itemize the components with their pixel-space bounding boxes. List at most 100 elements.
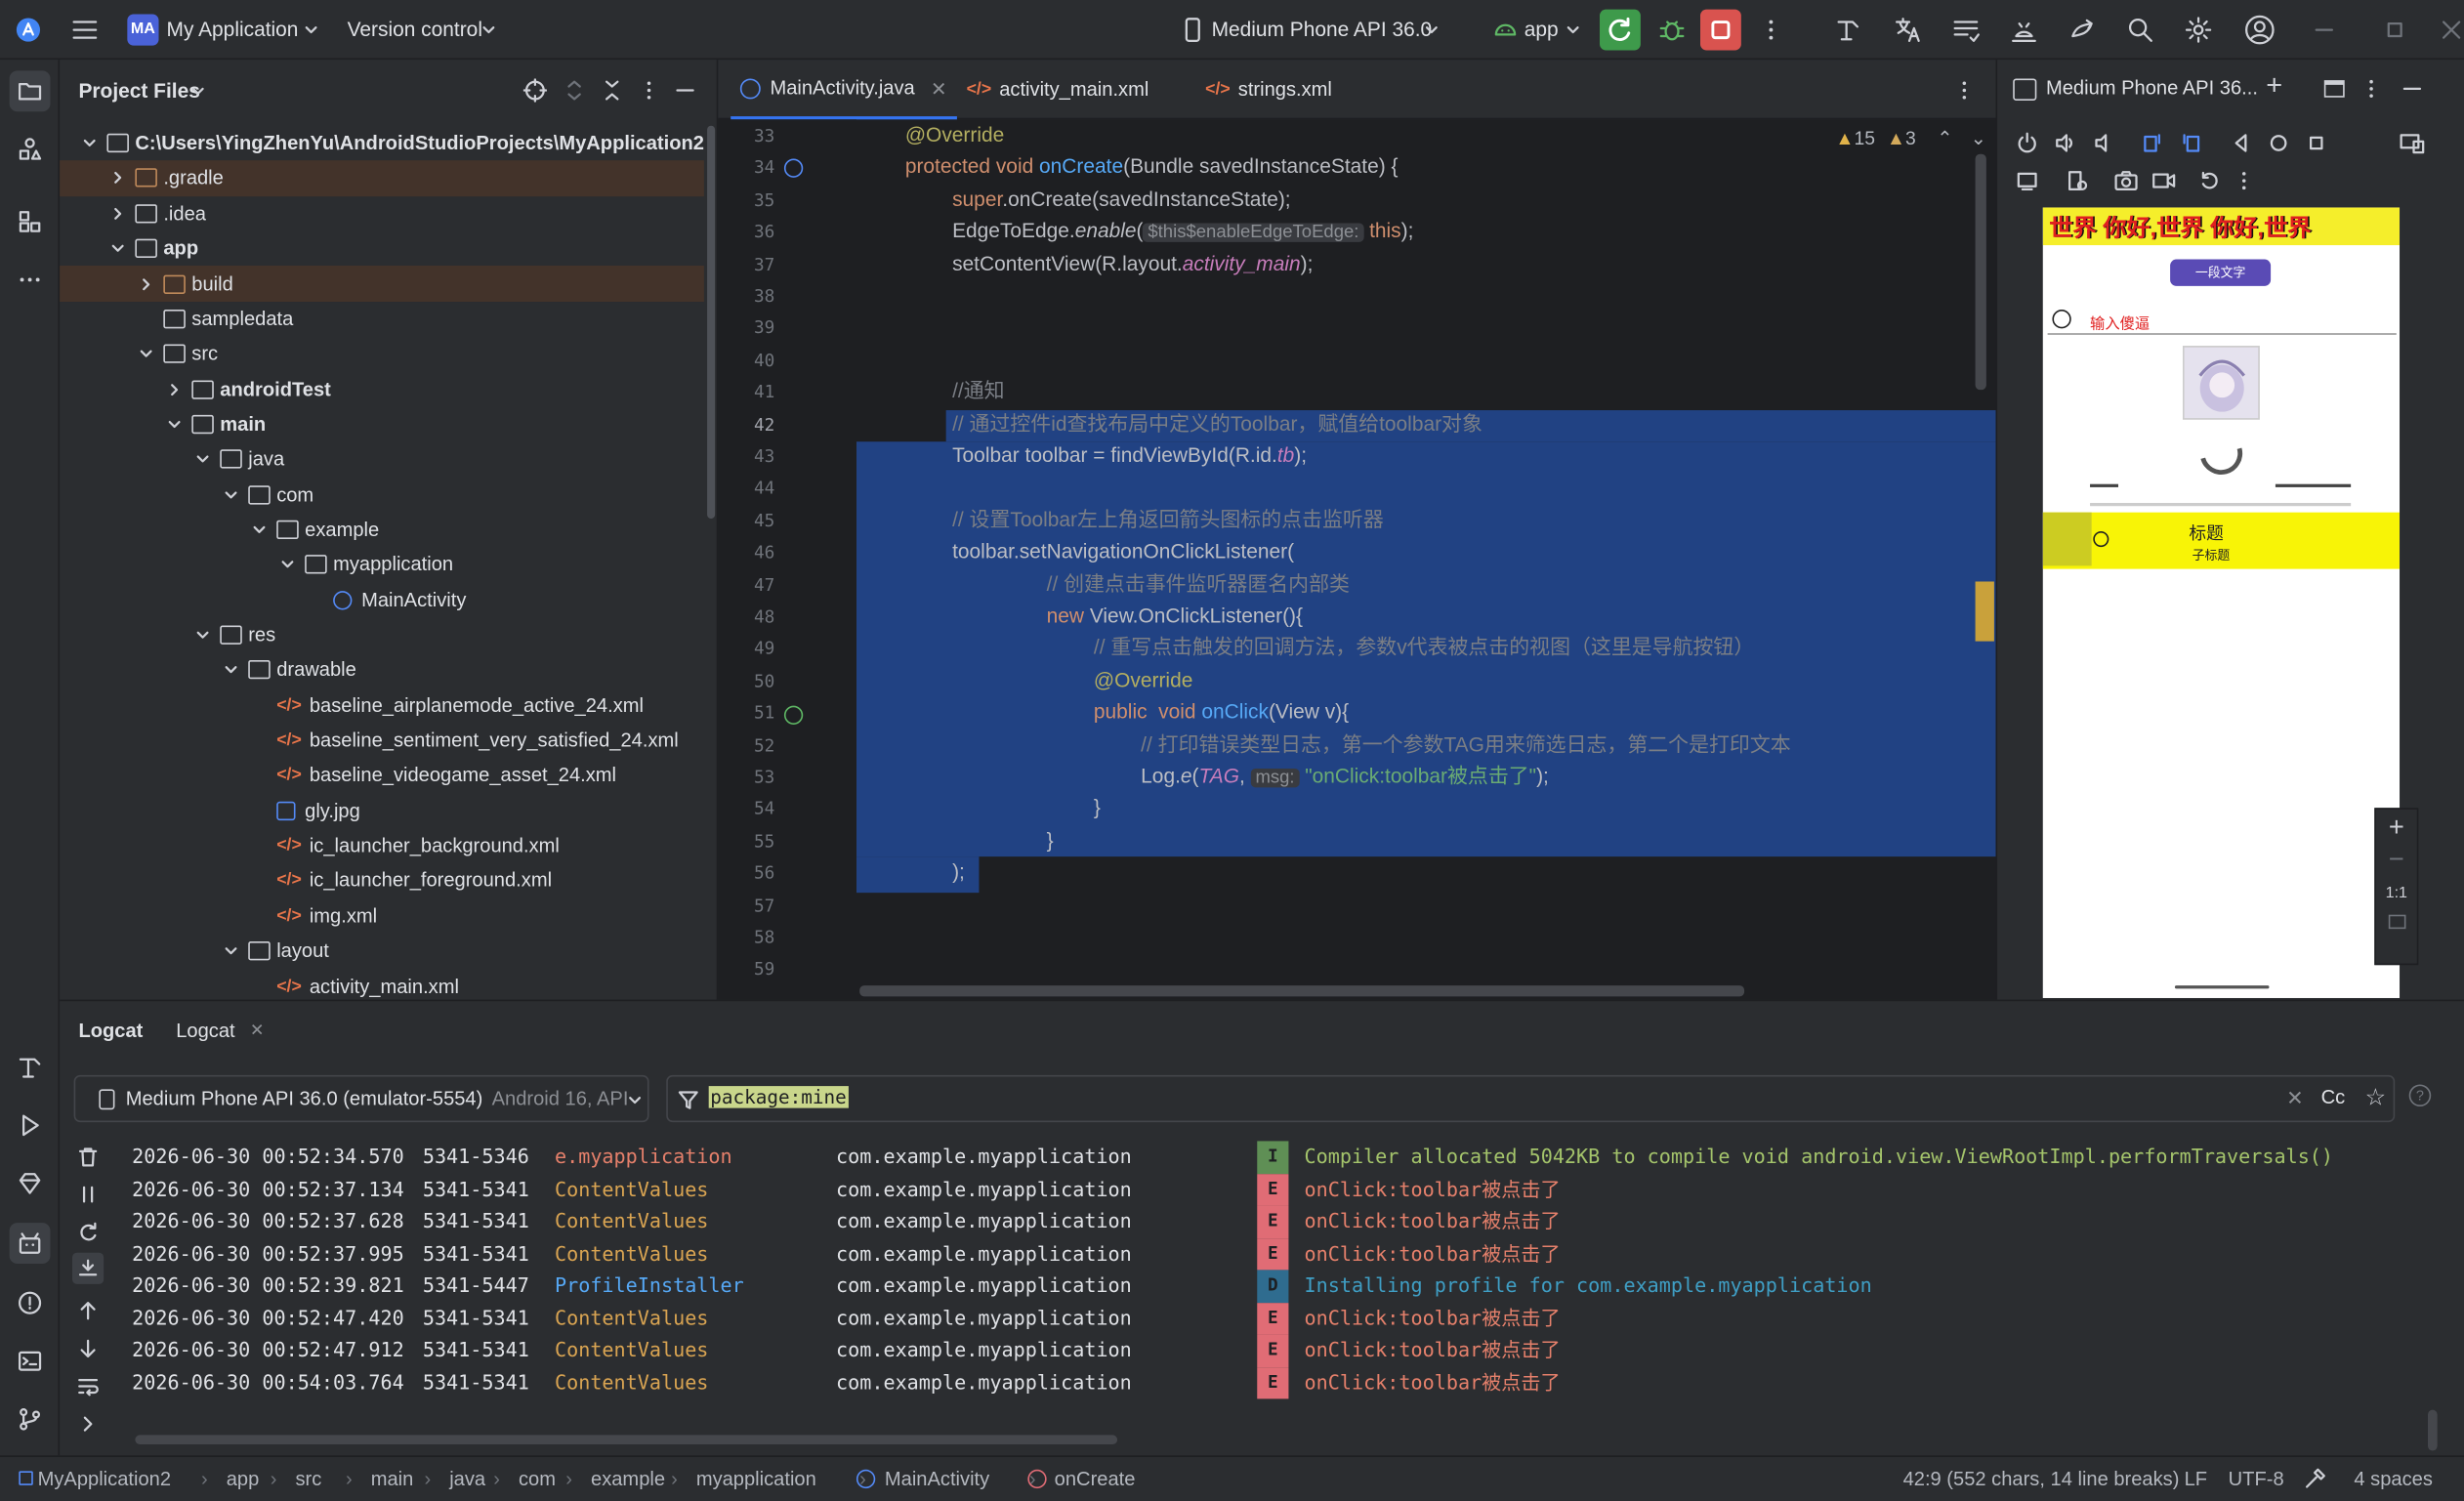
debug-bug-icon[interactable]: [1658, 16, 1687, 44]
minimize-window-icon[interactable]: [2314, 19, 2336, 41]
options-icon[interactable]: [638, 78, 660, 102]
project-name-dropdown[interactable]: My Application: [167, 18, 299, 41]
rotate-right-icon[interactable]: [2180, 132, 2202, 154]
rerun-button[interactable]: [1600, 9, 1641, 51]
restart-icon[interactable]: [77, 1222, 100, 1244]
tree-item[interactable]: C:\Users\YingZhenYu\AndroidStudioProject…: [60, 126, 704, 161]
device-tab[interactable]: Medium Phone API 36...: [2046, 77, 2258, 100]
indent-setting[interactable]: 4 spaces: [2354, 1457, 2433, 1501]
power-icon[interactable]: [2016, 132, 2038, 154]
arrow-up-icon[interactable]: [77, 1300, 100, 1322]
line-separator[interactable]: LF: [2185, 1457, 2207, 1501]
clear-filter-icon[interactable]: ✕: [2286, 1086, 2304, 1111]
tree-item[interactable]: .gradle: [60, 160, 704, 196]
breadcrumb-item[interactable]: myapplication: [696, 1457, 816, 1501]
tree-item[interactable]: main: [60, 407, 704, 442]
device-manager-icon[interactable]: [2010, 16, 2038, 44]
code-style-icon[interactable]: [2304, 1468, 2326, 1490]
main-menu-icon[interactable]: [72, 18, 98, 43]
close-tab-icon[interactable]: ✕: [931, 76, 947, 101]
editor-vertical-scrollbar[interactable]: [1975, 153, 1986, 391]
tree-item[interactable]: </> baseline_sentiment_very_satisfied_24.…: [60, 723, 704, 758]
device-mirror-icon[interactable]: [2400, 132, 2425, 154]
log-row[interactable]: 2026-06-30 00:52:47.912 5341-5341 ContentV…: [132, 1334, 2426, 1367]
hide-panel-icon[interactable]: [2401, 77, 2424, 101]
run-tool-button[interactable]: [10, 1105, 51, 1146]
volume-down-icon[interactable]: [2092, 132, 2114, 154]
breadcrumb-item[interactable]: MyApplication2: [38, 1457, 171, 1501]
problems-tool-button[interactable]: [10, 1282, 51, 1323]
reset-icon[interactable]: [2198, 170, 2221, 192]
log-row[interactable]: 2026-06-30 00:52:37.628 5341-5341 ContentV…: [132, 1205, 2426, 1238]
logcat-list-icon[interactable]: [1951, 16, 1980, 44]
vcs-dropdown[interactable]: Version control: [348, 18, 482, 41]
pill-button[interactable]: 一段文字: [2170, 259, 2272, 286]
log-row[interactable]: 2026-06-30 00:52:37.134 5341-5341 ContentV…: [132, 1173, 2426, 1206]
app-toolbar[interactable]: 标题 子标题: [2042, 512, 2401, 569]
more-actions-icon[interactable]: [1760, 18, 1782, 43]
tree-item[interactable]: gly.jpg: [60, 793, 704, 828]
breadcrumb-item[interactable]: MainActivity: [885, 1457, 989, 1501]
settings-gear-icon[interactable]: [2185, 16, 2213, 44]
breadcrumb-item[interactable]: main: [371, 1457, 414, 1501]
tree-item[interactable]: MainActivity: [60, 582, 704, 617]
structure-tool-button[interactable]: [10, 201, 51, 242]
logcat-tab[interactable]: Logcat: [176, 1021, 234, 1043]
home-icon[interactable]: [2268, 132, 2290, 154]
tree-item[interactable]: app: [60, 231, 704, 267]
gesture-handle[interactable]: [2174, 985, 2270, 989]
translate-icon[interactable]: [1894, 16, 1922, 44]
tree-item[interactable]: </> baseline_airplanemode_active_24.xml: [60, 688, 704, 723]
logcat-filter-field[interactable]: package:mine ✕ Cc ☆: [666, 1074, 2396, 1123]
breadcrumb-item[interactable]: src: [296, 1457, 322, 1501]
run-config-selector[interactable]: app: [1524, 18, 1559, 41]
log-row[interactable]: 2026-06-30 00:52:34.570 5341-5346 e.myappl…: [132, 1141, 2426, 1174]
tree-item[interactable]: example: [60, 512, 704, 547]
tree-item[interactable]: androidTest: [60, 372, 704, 407]
scroll-to-end-button[interactable]: [72, 1252, 104, 1284]
tab-strings-xml[interactable]: </> strings.xml: [1205, 60, 1332, 119]
tree-item[interactable]: com: [60, 477, 704, 512]
device-selector-dropdown[interactable]: Medium Phone API 36.0 (emulator-5554) An…: [73, 1074, 649, 1123]
close-window-icon[interactable]: [2442, 19, 2461, 41]
tree-item[interactable]: </> img.xml: [60, 898, 704, 934]
tree-item[interactable]: layout: [60, 934, 704, 969]
more-tools-button[interactable]: [10, 260, 51, 301]
pause-icon[interactable]: [77, 1184, 100, 1206]
tree-item[interactable]: sampledata: [60, 302, 704, 337]
log-row[interactable]: 2026-06-30 00:52:37.995 5341-5341 ContentV…: [132, 1237, 2426, 1271]
editor-horizontal-scrollbar[interactable]: [859, 985, 1745, 997]
sync-gradle-icon[interactable]: [2068, 16, 2097, 44]
build-tool-button[interactable]: [10, 1047, 51, 1088]
logcat-vertical-scrollbar[interactable]: [2427, 1409, 2438, 1451]
zoom-in-icon[interactable]: +: [2376, 813, 2417, 844]
tree-item[interactable]: </> ic_launcher_background.xml: [60, 828, 704, 863]
project-badge[interactable]: MA: [127, 14, 159, 46]
stop-button[interactable]: [1700, 9, 1741, 51]
zoom-out-icon[interactable]: −: [2376, 844, 2417, 875]
code-area[interactable]: @Override protected void onCreate(Bundle…: [718, 119, 1995, 999]
logcat-output[interactable]: 2026-06-30 00:52:34.570 5341-5346 e.myappl…: [132, 1141, 2457, 1424]
tab-options-icon[interactable]: [1953, 78, 1976, 102]
app-quality-tool-button[interactable]: [10, 1163, 51, 1204]
terminal-tool-button[interactable]: [10, 1341, 51, 1382]
version-control-tool-button[interactable]: [10, 1398, 51, 1439]
rotate-left-icon[interactable]: [2142, 132, 2164, 154]
account-avatar-icon[interactable]: [2244, 14, 2276, 45]
log-row[interactable]: 2026-06-30 00:54:03.764 5341-5341 ContentV…: [132, 1366, 2426, 1399]
tab-mainactivity-java[interactable]: MainActivity.java ✕: [731, 60, 957, 120]
breadcrumb-item[interactable]: com: [519, 1457, 556, 1501]
tree-item[interactable]: drawable: [60, 652, 704, 688]
tree-item[interactable]: build: [60, 266, 704, 302]
hide-panel-icon[interactable]: [674, 78, 696, 102]
soft-wrap-icon[interactable]: [77, 1375, 100, 1397]
project-tool-button[interactable]: [9, 70, 51, 112]
breadcrumb-item[interactable]: onCreate: [1055, 1457, 1136, 1501]
tree-scrollbar[interactable]: [707, 125, 716, 520]
match-case-toggle[interactable]: Cc: [2321, 1086, 2346, 1108]
collapse-all-icon[interactable]: [601, 78, 624, 102]
device-selector[interactable]: Medium Phone API 36.0: [1212, 18, 1433, 41]
help-icon[interactable]: ?: [2408, 1084, 2432, 1107]
arrow-down-icon[interactable]: [77, 1338, 100, 1360]
expand-tools-icon[interactable]: [78, 1414, 97, 1433]
